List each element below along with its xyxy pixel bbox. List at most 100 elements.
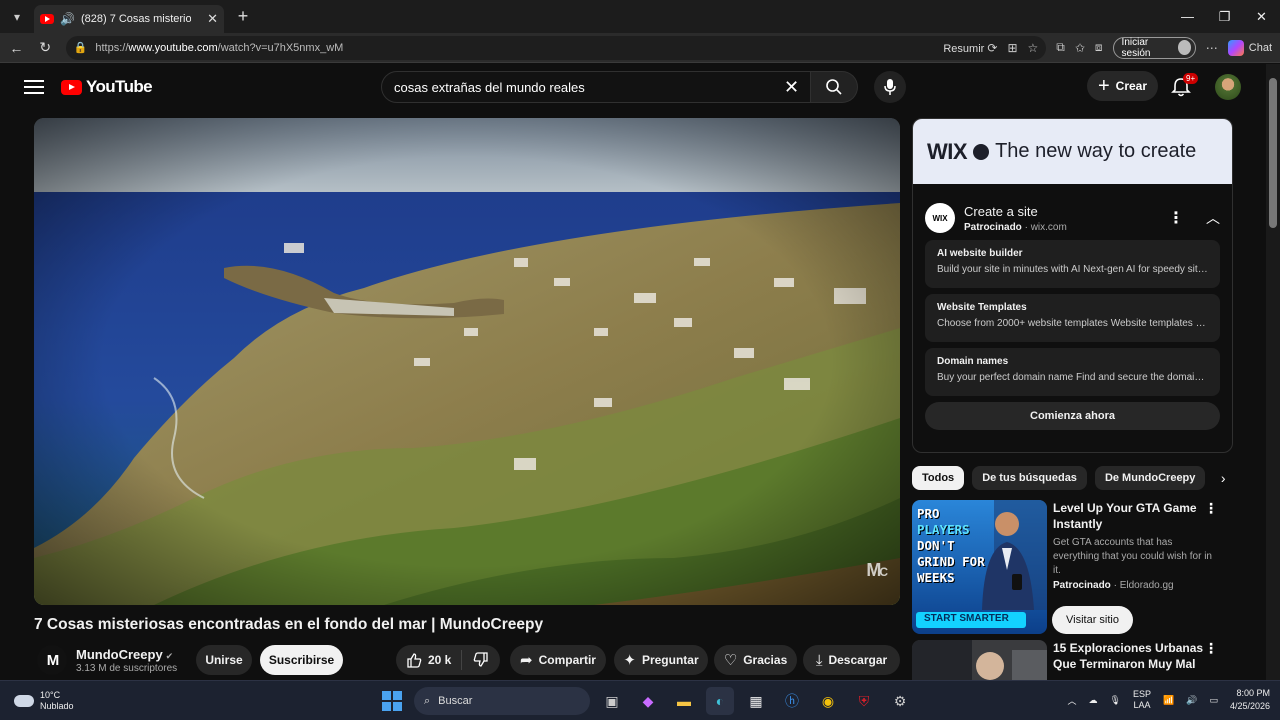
search-input[interactable] (394, 79, 784, 95)
video-player[interactable]: MC (34, 118, 900, 605)
volume-icon[interactable]: 🔊 (1186, 695, 1197, 706)
app-available-icon[interactable]: ⊞ (1007, 41, 1017, 55)
related-video-thumbnail[interactable] (912, 640, 1047, 680)
onedrive-cloud-icon[interactable]: ☁ (1089, 695, 1098, 706)
ad-thumbnail[interactable]: PRO PLAYERS DON'T GRIND FOR WEEKS START … (912, 500, 1047, 634)
verified-badge-icon: ✔ (165, 650, 174, 661)
related-filter-chips: Todos De tus búsquedas De MundoCreepy › (912, 465, 1233, 491)
related-video-item[interactable]: 15 Exploraciones Urbanas Que Terminaron … (912, 640, 1233, 680)
ad-cta-button[interactable]: Comienza ahora (925, 402, 1220, 430)
edge-browser-icon[interactable]: ◐ (706, 687, 734, 715)
page-scrollbar[interactable] (1266, 64, 1280, 680)
ad-thumbnail-button-text: START SMARTER (924, 613, 1009, 624)
system-tray: ︿ ☁ 🎙 ESP LAA 📶 🔊 ▭ 8:00 PM 4/25/2026 (1068, 687, 1270, 713)
youtube-logo[interactable]: YouTube (61, 77, 153, 97)
favorites-icon[interactable]: ✩ (1075, 41, 1085, 55)
copilot-chat-button[interactable]: Chat (1227, 39, 1272, 56)
collections-icon[interactable]: ⧈ (1095, 40, 1103, 55)
channel-name[interactable]: MundoCreepy (76, 647, 163, 662)
close-window-icon[interactable]: ✕ (1243, 0, 1280, 33)
related-video-title[interactable]: 15 Exploraciones Urbanas Que Terminaron … (1053, 640, 1218, 672)
search-field: ✕ (381, 71, 811, 103)
share-button[interactable]: ➦ Compartir (510, 645, 606, 675)
read-aloud-button[interactable]: Resumir ⟳ (943, 41, 997, 55)
like-button[interactable]: 20 k (396, 650, 462, 670)
microsoft-store-icon[interactable]: ▦ (742, 687, 770, 715)
notification-count-badge: 9+ (1183, 73, 1199, 84)
thumbs-up-icon (407, 653, 422, 668)
ad-more-options-icon[interactable]: ⋮ (1168, 208, 1184, 228)
chips-next-chevron-icon[interactable]: › (1213, 470, 1233, 486)
maximize-icon[interactable]: ❐ (1206, 0, 1243, 33)
ad-sitelink-item[interactable]: Domain names Buy your perfect domain name… (925, 348, 1220, 396)
new-tab-button[interactable]: + (230, 4, 256, 30)
tab-title: (828) 7 Cosas misteriosas enc (80, 13, 191, 25)
like-dislike-group: 20 k (396, 645, 500, 675)
url-field[interactable]: 🔒 https://www.youtube.com/watch?v=u7hX5n… (65, 35, 1047, 60)
windows-start-icon[interactable] (382, 691, 402, 711)
chip-from-channel[interactable]: De MundoCreepy (1094, 466, 1206, 490)
ad-video-menu-icon[interactable]: ⋮ (1204, 500, 1218, 517)
ad-sitelink-item[interactable]: Website Templates Choose from 2000+ websi… (925, 294, 1220, 342)
heart-dollar-icon: ♡ (723, 652, 738, 669)
input-language[interactable]: ESP LAA (1133, 689, 1151, 711)
ad-sitelink-item[interactable]: AI website builder Build your site in min… (925, 240, 1220, 288)
more-menu-icon[interactable]: ⋯ (1206, 41, 1218, 55)
back-arrow-icon[interactable]: ← (2, 40, 31, 56)
ad-sitelink-description: Build your site in minutes with AI Next-… (937, 264, 1208, 275)
hp-app-icon[interactable]: ⓗ (778, 687, 806, 715)
chrome-browser-icon[interactable]: ◉ (814, 687, 842, 715)
wifi-icon[interactable]: 📶 (1163, 695, 1174, 706)
site-info-icon[interactable]: 🔒 (74, 41, 88, 54)
voice-search-button[interactable] (874, 71, 906, 103)
scrollbar-thumb[interactable] (1269, 78, 1277, 228)
join-button[interactable]: Unirse (196, 645, 252, 675)
weather-widget[interactable]: 10°C Nublado (14, 690, 74, 712)
ad-video-title[interactable]: Level Up Your GTA Game Instantly (1053, 500, 1218, 532)
create-button[interactable]: + Crear (1087, 71, 1158, 101)
advertiser-logo[interactable]: WIX (925, 203, 955, 233)
browser-tab-youtube[interactable]: 🔊 (828) 7 Cosas misteriosas enc ✕ (34, 5, 224, 33)
minimize-icon[interactable]: — (1169, 0, 1206, 33)
sponsored-video-item[interactable]: PRO PLAYERS DON'T GRIND FOR WEEKS START … (912, 500, 1233, 635)
system-clock[interactable]: 8:00 PM 4/25/2026 (1230, 687, 1270, 713)
related-video-menu-icon[interactable]: ⋮ (1204, 640, 1218, 657)
thanks-button[interactable]: ♡ Gracias (714, 645, 797, 675)
refresh-icon[interactable]: ↻ (31, 39, 60, 56)
ask-button[interactable]: ✦ Preguntar (614, 645, 708, 675)
taskbar-search[interactable]: ⌕ Buscar (414, 687, 590, 715)
security-shield-icon[interactable]: ⛨ (850, 687, 878, 715)
signin-button[interactable]: Iniciar sesión (1112, 36, 1196, 59)
chip-from-searches[interactable]: De tus búsquedas (972, 466, 1087, 490)
task-view-icon[interactable]: ▣ (598, 687, 626, 715)
visit-site-button[interactable]: Visitar sitio (1052, 606, 1133, 634)
like-count: 20 k (428, 653, 452, 667)
channel-avatar[interactable]: M (37, 645, 67, 675)
ad-banner-tagline: The new way to create (995, 140, 1197, 162)
dislike-button[interactable] (462, 652, 500, 668)
profile-avatar-icon (1177, 40, 1191, 55)
file-explorer-icon[interactable]: ▬ (670, 687, 698, 715)
ad-banner-image[interactable]: WIX The new way to create (913, 119, 1232, 184)
tray-microphone-icon[interactable]: 🎙 (1110, 695, 1121, 706)
channel-watermark-logo[interactable]: MC (866, 560, 888, 581)
settings-gear-icon[interactable]: ⚙ (886, 687, 914, 715)
clear-search-icon[interactable]: ✕ (784, 77, 799, 98)
subscribe-button[interactable]: Suscribirse (260, 645, 343, 675)
close-tab-icon[interactable]: ✕ (207, 11, 218, 27)
favorite-star-icon[interactable]: ☆ (1028, 41, 1039, 55)
speaker-icon[interactable]: 🔊 (60, 12, 75, 26)
battery-icon[interactable]: ▭ (1209, 695, 1218, 706)
account-avatar[interactable] (1215, 74, 1241, 100)
split-screen-icon[interactable]: ⧉ (1056, 40, 1065, 55)
chip-all[interactable]: Todos (912, 466, 965, 490)
download-button[interactable]: ⤓ Descargar (803, 645, 900, 675)
tab-actions-chevron-icon[interactable]: ▾ (4, 5, 30, 29)
tray-overflow-chevron-icon[interactable]: ︿ (1068, 694, 1077, 707)
copilot-app-icon[interactable]: ◆ (634, 687, 662, 715)
collapse-chevron-up-icon[interactable]: ︿ (1206, 208, 1220, 228)
create-label: Crear (1115, 79, 1148, 93)
search-button[interactable] (811, 71, 858, 103)
ad-headline[interactable]: Create a site (964, 204, 1067, 219)
guide-menu-icon[interactable] (24, 80, 44, 94)
